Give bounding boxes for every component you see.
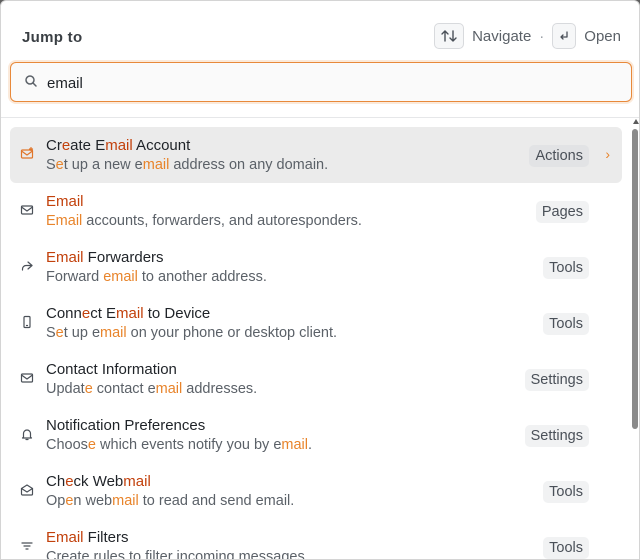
result-title: Check Webmail (46, 473, 151, 490)
result-description: Set up email on your phone or desktop cl… (46, 325, 338, 341)
result-description: Update contact email addresses. (46, 381, 258, 397)
result-item[interactable]: Check Webmail Open webmail to read and se… (10, 463, 622, 519)
mail-plus-icon (20, 147, 34, 159)
result-item[interactable]: Connect Email to Device Set up email on y… (10, 295, 622, 351)
result-description: Open webmail to read and send email. (46, 493, 295, 509)
result-title: Email (46, 193, 84, 210)
command-palette: Jump to Navigate · Open Create Email Acc… (0, 0, 640, 560)
hint-separator: · (539, 27, 545, 45)
result-title: Notification Preferences (46, 417, 206, 434)
result-item[interactable]: Contact Information Update contact email … (10, 351, 622, 407)
search-input[interactable] (47, 72, 607, 94)
category-badge: Pages (535, 201, 589, 223)
result-description: Create rules to filter incoming messages… (46, 549, 309, 560)
category-badge: Settings (524, 369, 589, 391)
category-badge: Tools (543, 257, 589, 279)
search-icon (25, 75, 37, 87)
result-item[interactable]: Email Filters Create rules to filter inco… (10, 519, 622, 560)
phone-icon (23, 315, 31, 329)
forward-icon (21, 261, 33, 271)
palette-title: Jump to (22, 29, 83, 46)
result-title: Create Email Account (46, 137, 191, 154)
results-list: Create Email Account Set up a new email a… (10, 127, 622, 560)
divider (1, 117, 639, 118)
chevron-right-icon: › (605, 146, 610, 162)
navigate-hint: Navigate (472, 27, 532, 45)
scroll-up-icon[interactable] (633, 119, 639, 124)
up-down-arrows-icon (434, 23, 465, 49)
result-description: Forward email to another address. (46, 269, 267, 285)
mail-icon (20, 373, 34, 383)
result-title: Contact Information (46, 361, 177, 378)
category-badge: Tools (543, 313, 589, 335)
result-description: Set up a new email address on any domain… (46, 157, 329, 173)
result-item[interactable]: Notification Preferences Choose which eve… (10, 407, 622, 463)
mail-icon (20, 205, 34, 215)
result-description: Email accounts, forwarders, and autoresp… (46, 213, 362, 229)
open-hint: Open (584, 27, 621, 45)
category-badge: Settings (524, 425, 589, 447)
bell-icon (21, 429, 33, 441)
result-item[interactable]: Email Forwarders Forward email to another… (10, 239, 622, 295)
category-badge: Actions (529, 145, 589, 167)
filter-icon (21, 542, 33, 550)
category-badge: Tools (543, 537, 589, 559)
enter-key-icon (552, 23, 577, 49)
result-item[interactable]: Create Email Account Set up a new email a… (10, 127, 622, 183)
search-box[interactable] (10, 62, 632, 102)
result-title: Connect Email to Device (46, 305, 211, 322)
result-description: Choose which events notify you by email. (46, 437, 313, 453)
palette-header: Jump to Navigate · Open (1, 23, 639, 53)
scrollbar-thumb[interactable] (632, 129, 638, 429)
scrollbar[interactable] (631, 119, 639, 559)
mail-open-icon (20, 484, 34, 496)
keyboard-hints: Navigate · Open (434, 23, 621, 49)
result-item[interactable]: Email Email accounts, forwarders, and aut… (10, 183, 622, 239)
result-title: Email Forwarders (46, 249, 164, 266)
result-title: Email Filters (46, 529, 129, 546)
category-badge: Tools (543, 481, 589, 503)
